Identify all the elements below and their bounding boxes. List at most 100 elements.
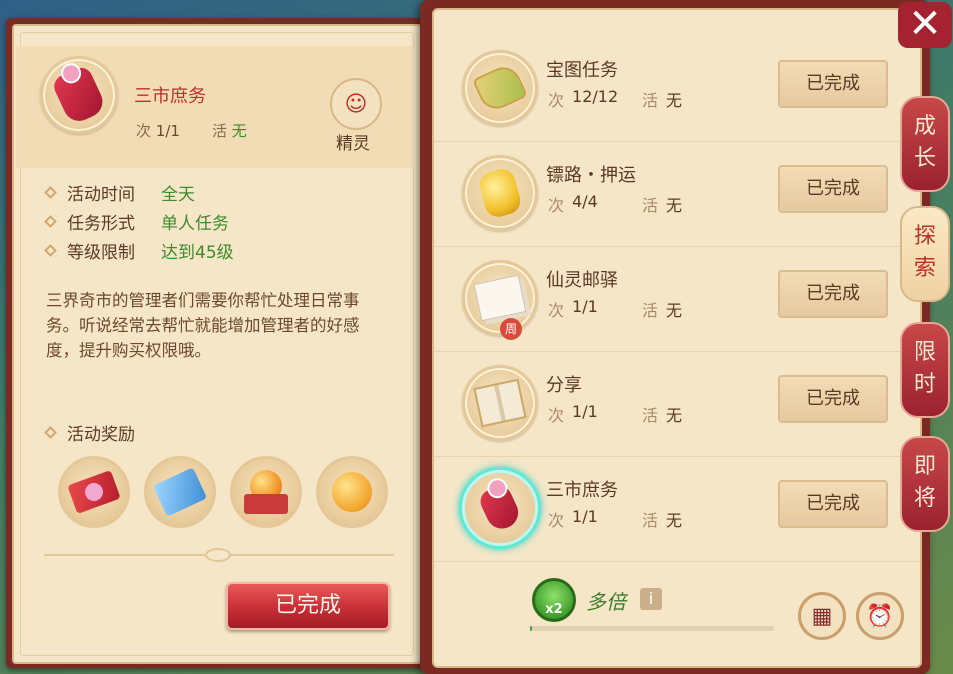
tab-label: 探索 xyxy=(913,224,936,281)
count-value: 1/1 xyxy=(572,297,598,316)
task-name: 宝图任务 xyxy=(546,60,618,81)
active-label: 活 xyxy=(642,196,659,215)
detail-active: 活 无 xyxy=(212,120,247,141)
task-name: 镖路・押运 xyxy=(546,165,636,186)
info-row-level: 等级限制 达到45级 xyxy=(44,238,234,263)
task-done-button[interactable]: 已完成 xyxy=(778,270,888,318)
active-label: 活 xyxy=(642,511,659,530)
fruit-icon xyxy=(326,472,378,514)
multiplier-label: 多倍 xyxy=(586,590,626,614)
close-button[interactable]: ✕ xyxy=(898,2,952,48)
active-value: 无 xyxy=(666,196,683,215)
spirit-button[interactable]: ☺ xyxy=(330,78,382,130)
active-value: 无 xyxy=(666,511,683,530)
task-done-button[interactable]: 已完成 xyxy=(778,375,888,423)
count-value: 1/1 xyxy=(572,507,598,526)
count-label: 次 xyxy=(136,122,152,140)
tab-growth[interactable]: 成长 xyxy=(900,96,950,192)
detail-title: 三市庶务 xyxy=(134,86,206,107)
count-label: 次 xyxy=(548,511,565,530)
task-row[interactable]: 宝图任务 次 12/12 活 无 已完成 xyxy=(434,38,920,142)
rewards-title-text: 活动奖励 xyxy=(67,425,135,445)
info-value: 全天 xyxy=(161,185,195,205)
info-value: 达到45级 xyxy=(161,243,234,263)
calendar-icon: ▦ xyxy=(811,603,833,629)
count-label: 次 xyxy=(548,301,565,320)
reward-item-3[interactable] xyxy=(230,456,302,528)
gold-ingot-icon xyxy=(476,166,524,220)
count-label: 次 xyxy=(548,406,565,425)
pouch-icon xyxy=(50,63,108,127)
task-icon-circle xyxy=(462,470,538,546)
book-icon xyxy=(473,378,527,428)
task-name: 仙灵邮驿 xyxy=(546,270,618,291)
activity-description: 三界奇市的管理者们需要你帮忙处理日常事务。听说经常去帮忙就能增加管理者的好感度，… xyxy=(46,291,360,360)
info-row-form: 任务形式 单人任务 xyxy=(44,209,229,234)
task-stats: 次 1/1 活 无 xyxy=(548,402,682,426)
tab-label: 即将 xyxy=(913,454,936,511)
active-label: 活 xyxy=(642,301,659,320)
task-icon-circle xyxy=(462,155,538,231)
task-done-button[interactable]: 已完成 xyxy=(778,480,888,528)
task-icon-circle xyxy=(462,50,538,126)
orb-box-icon xyxy=(244,470,288,514)
task-done-button[interactable]: 已完成 xyxy=(778,165,888,213)
treasure-map-icon xyxy=(472,61,528,115)
tab-limited[interactable]: 限时 xyxy=(900,322,950,418)
weekly-badge: 周 xyxy=(500,318,522,340)
pouch-icon xyxy=(476,482,524,534)
task-stats: 次 4/4 活 无 xyxy=(548,192,682,216)
info-key: 任务形式 xyxy=(67,214,135,234)
ticket-icon xyxy=(67,470,121,514)
progress-fill xyxy=(530,626,533,631)
divider-ornament xyxy=(205,548,231,562)
task-row[interactable]: 镖路・押运 次 4/4 活 无 已完成 xyxy=(434,143,920,247)
diamond-icon xyxy=(44,186,57,199)
scroll-icon xyxy=(152,467,208,517)
info-value: 单人任务 xyxy=(161,214,229,234)
alarm-button[interactable]: ⏰ xyxy=(856,592,904,640)
diamond-icon xyxy=(44,244,57,257)
task-row[interactable]: 周 仙灵邮驿 次 1/1 活 无 已完成 xyxy=(434,248,920,352)
task-row-selected[interactable]: 三市庶务 次 1/1 活 无 已完成 xyxy=(434,458,920,562)
info-icon[interactable]: i xyxy=(640,588,662,610)
calendar-button[interactable]: ▦ xyxy=(798,592,846,640)
tab-label: 限时 xyxy=(913,340,936,397)
active-value: 无 xyxy=(666,406,683,425)
rewards-title: 活动奖励 xyxy=(44,420,135,445)
active-value: 无 xyxy=(666,91,683,110)
count-value: 1/1 xyxy=(572,402,598,421)
diamond-icon xyxy=(44,426,57,439)
detail-done-button[interactable]: 已完成 xyxy=(226,582,390,630)
count-label: 次 xyxy=(548,196,565,215)
spirit-label: 精灵 xyxy=(336,134,370,154)
reward-item-1[interactable] xyxy=(58,456,130,528)
task-done-button[interactable]: 已完成 xyxy=(778,60,888,108)
task-stats: 次 1/1 活 无 xyxy=(548,507,682,531)
tab-explore[interactable]: 探索 xyxy=(900,206,950,302)
task-stats: 次 1/1 活 无 xyxy=(548,297,682,321)
task-name: 分享 xyxy=(546,375,582,396)
spirit-icon: ☺ xyxy=(344,91,368,117)
alarm-clock-icon: ⏰ xyxy=(866,603,894,629)
count-label: 次 xyxy=(548,91,565,110)
multiplier-progress xyxy=(530,626,774,631)
letter-icon xyxy=(473,274,527,322)
task-row[interactable]: 分享 次 1/1 活 无 已完成 xyxy=(434,353,920,457)
bottom-bar: x2 多倍 i ▦ ⏰ xyxy=(434,566,920,664)
reward-item-4[interactable] xyxy=(316,456,388,528)
active-label: 活 xyxy=(642,406,659,425)
detail-item-icon xyxy=(40,56,118,134)
task-stats: 次 12/12 活 无 xyxy=(548,87,682,111)
reward-item-2[interactable] xyxy=(144,456,216,528)
multiplier-icon[interactable]: x2 xyxy=(532,578,576,622)
task-name: 三市庶务 xyxy=(546,480,618,501)
tab-upcoming[interactable]: 即将 xyxy=(900,436,950,532)
tab-label: 成长 xyxy=(913,114,936,171)
active-value: 无 xyxy=(666,301,683,320)
info-row-time: 活动时间 全天 xyxy=(44,180,195,205)
diamond-icon xyxy=(44,215,57,228)
info-key: 活动时间 xyxy=(67,185,135,205)
active-label: 活 xyxy=(642,91,659,110)
task-icon-circle xyxy=(462,365,538,441)
